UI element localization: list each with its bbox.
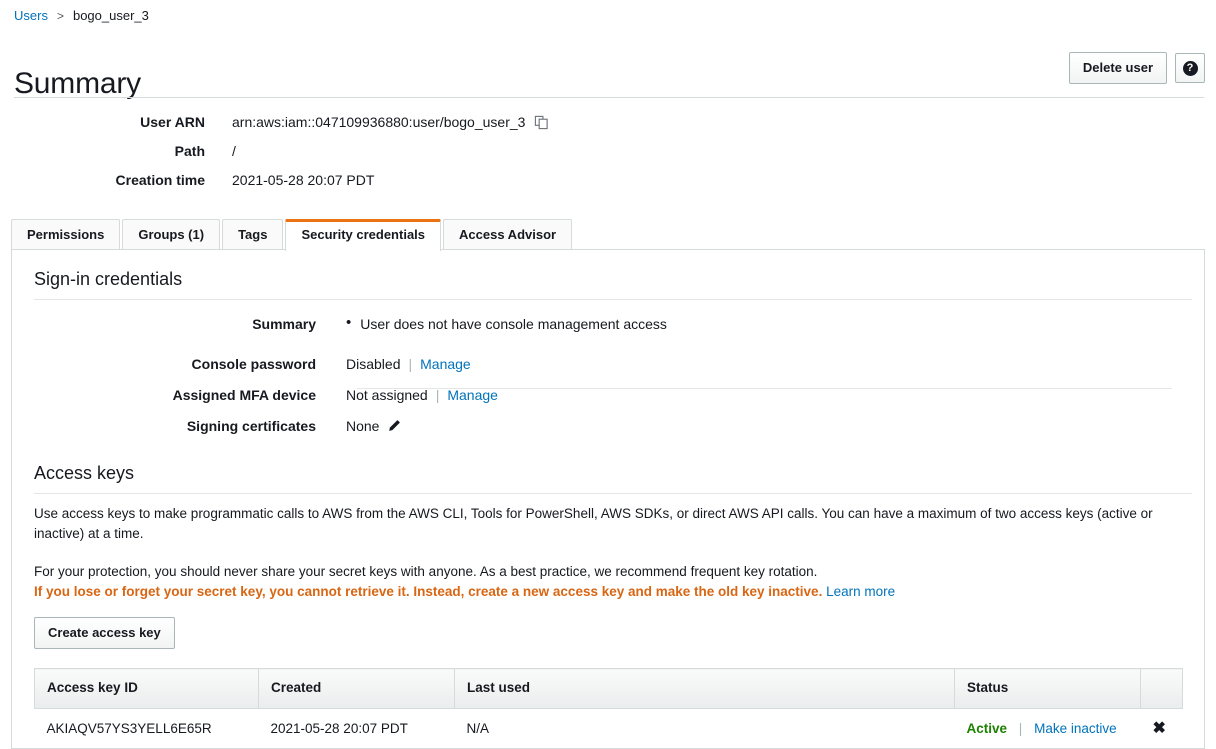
- breadcrumb-separator-icon: >: [56, 9, 64, 23]
- access-keys-paragraph-2-normal: For your protection, you should never sh…: [34, 564, 818, 579]
- signin-credentials-heading: Sign-in credentials: [34, 269, 183, 289]
- security-credentials-panel: Sign-in credentials Summary • User does …: [11, 249, 1205, 749]
- console-password-separator: |: [408, 356, 413, 372]
- learn-more-link[interactable]: Learn more: [826, 584, 895, 599]
- create-access-key-wrap: Create access key: [34, 617, 1192, 649]
- title-divider: [14, 97, 1204, 98]
- path-value: /: [232, 143, 236, 159]
- summary-field-creation-time: Creation time 2021-05-28 20:07 PDT: [0, 170, 1216, 190]
- access-keys-body: Use access keys to make programmatic cal…: [12, 504, 1204, 748]
- cred-row-console-password: Console password Disabled | Manage: [12, 354, 1204, 374]
- copy-icon[interactable]: [534, 115, 549, 130]
- access-keys-divider: [34, 493, 1192, 494]
- access-keys-heading: Access keys: [34, 463, 135, 483]
- access-keys-paragraph-1: Use access keys to make programmatic cal…: [34, 506, 1153, 541]
- tab-groups[interactable]: Groups (1): [122, 219, 221, 251]
- cred-summary-value: • User does not have console management …: [346, 314, 667, 334]
- table-row: AKIAQV57YS3YELL6E65R 2021-05-28 20:07 PD…: [34, 708, 1183, 748]
- pencil-icon[interactable]: [387, 419, 401, 433]
- access-keys-warning-text: If you lose or forget your secret key, y…: [34, 584, 823, 599]
- access-keys-paragraph-2: For your protection, you should never sh…: [34, 562, 1192, 602]
- page-actions: Delete user ?: [1068, 52, 1205, 84]
- page-title: Summary: [14, 67, 141, 101]
- summary-field-path: Path /: [0, 141, 1216, 161]
- console-password-manage-link[interactable]: Manage: [420, 354, 471, 374]
- tab-tags[interactable]: Tags: [222, 219, 284, 251]
- status-separator: |: [1018, 721, 1023, 736]
- breadcrumb-current-user: bogo_user_3: [72, 8, 149, 23]
- summary-field-user-arn: User ARN arn:aws:iam::047109936880:user/…: [0, 112, 1216, 132]
- tab-security-credentials[interactable]: Security credentials: [285, 219, 442, 251]
- signing-certificates-value-group: None: [346, 416, 401, 436]
- signin-credentials-fields: Summary • User does not have console man…: [12, 300, 1204, 436]
- cred-summary-label: Summary: [252, 316, 316, 332]
- console-password-value-group: Disabled | Manage: [346, 354, 471, 374]
- user-arn-value-group: arn:aws:iam::047109936880:user/bogo_user…: [232, 112, 549, 132]
- cred-row-summary: Summary • User does not have console man…: [12, 314, 1204, 334]
- breadcrumb: Users > bogo_user_3: [14, 7, 149, 25]
- summary-fields: User ARN arn:aws:iam::047109936880:user/…: [0, 112, 1216, 199]
- cell-access-key-id: AKIAQV57YS3YELL6E65R: [34, 708, 259, 748]
- cell-status: Active | Make inactive: [954, 708, 1141, 748]
- creation-time-label: Creation time: [115, 172, 205, 188]
- column-header-created[interactable]: Created: [258, 668, 455, 709]
- cell-delete-action: ✖: [1140, 708, 1183, 748]
- tab-bar: Permissions Groups (1) Tags Security cre…: [11, 219, 574, 251]
- tab-access-advisor[interactable]: Access Advisor: [443, 219, 573, 251]
- close-icon[interactable]: ✖: [1153, 721, 1166, 737]
- summary-sub-divider: [357, 388, 1172, 389]
- path-label: Path: [174, 143, 205, 159]
- breadcrumb-users-link[interactable]: Users: [14, 7, 48, 25]
- create-access-key-button[interactable]: Create access key: [34, 617, 175, 649]
- cred-summary-bullet-text: User does not have console management ac…: [360, 316, 667, 332]
- make-inactive-link[interactable]: Make inactive: [1034, 721, 1117, 736]
- help-button[interactable]: ?: [1175, 53, 1205, 83]
- table-header-row: Access key ID Created Last used Status: [34, 668, 1183, 709]
- user-arn-value: arn:aws:iam::047109936880:user/bogo_user…: [232, 114, 526, 130]
- signing-certificates-label: Signing certificates: [186, 418, 316, 434]
- mfa-device-label: Assigned MFA device: [172, 387, 316, 403]
- console-password-label: Console password: [191, 356, 316, 372]
- user-arn-label: User ARN: [140, 114, 205, 130]
- column-header-status[interactable]: Status: [954, 668, 1141, 709]
- signing-certificates-value: None: [346, 418, 380, 434]
- tab-permissions[interactable]: Permissions: [11, 219, 121, 251]
- column-header-access-key-id[interactable]: Access key ID: [34, 668, 259, 709]
- cell-created: 2021-05-28 20:07 PDT: [258, 708, 455, 748]
- access-keys-table: Access key ID Created Last used Status A…: [34, 668, 1183, 748]
- console-password-value: Disabled: [346, 356, 401, 372]
- delete-user-button[interactable]: Delete user: [1068, 52, 1167, 84]
- column-header-last-used[interactable]: Last used: [454, 668, 955, 709]
- cell-last-used: N/A: [454, 708, 955, 748]
- status-badge: Active: [966, 721, 1008, 736]
- bullet-icon: •: [346, 314, 352, 331]
- help-icon: ?: [1182, 60, 1198, 76]
- cred-row-signing-certificates: Signing certificates None: [12, 416, 1204, 436]
- creation-time-value: 2021-05-28 20:07 PDT: [232, 172, 375, 188]
- column-header-actions: [1140, 668, 1183, 709]
